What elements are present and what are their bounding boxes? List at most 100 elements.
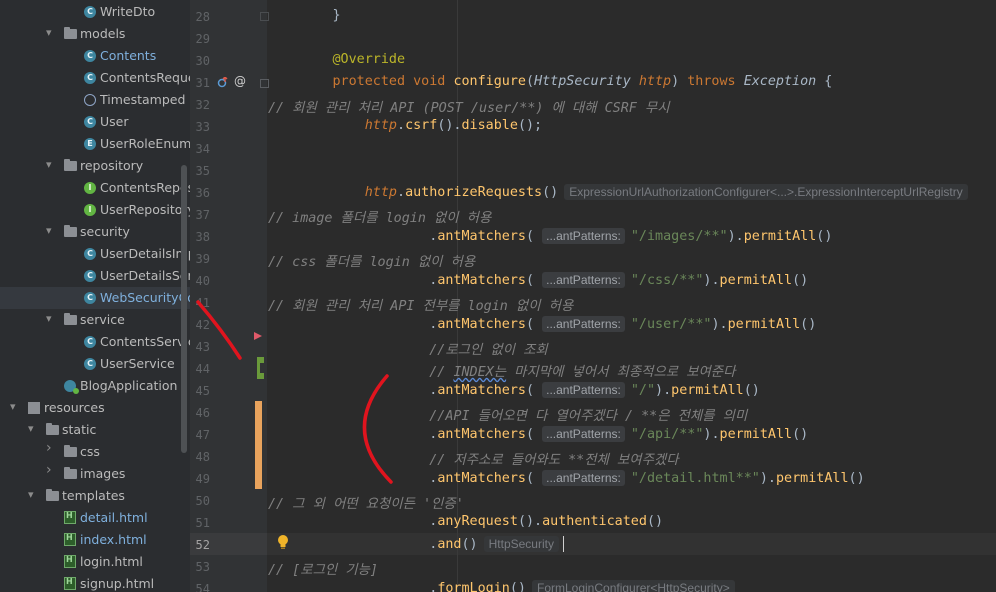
code-line[interactable]: 36 http.authorizeRequests() ExpressionUrl… [190,182,996,204]
tree-item-label: templates [62,488,125,503]
tree-item[interactable]: C ContentsService [0,331,190,353]
tree-item[interactable]: index.html [0,529,190,551]
code-comment: // 그 외 어떤 요청이든 '인증' [268,497,464,512]
code-comment: // INDEX는 마지막에 넣어서 최종적으로 보여준다 [268,365,736,380]
code-line[interactable]: 28 } [190,6,996,28]
code-line[interactable]: 46 //API 들어오면 다 열어주겠다 / **은 전체를 의미 [190,402,996,424]
annotation-type-icon [84,94,96,106]
lightbulb-icon[interactable] [277,534,289,550]
tree-item[interactable]: signup.html [0,573,190,592]
code-line[interactable]: 45 .antMatchers( ...antPatterns: "/").per… [190,380,996,402]
tree-item[interactable]: ▾ service [0,309,190,331]
tree-item[interactable]: ▾ templates [0,485,190,507]
code-line[interactable]: 33 http.csrf().disable(); [190,116,996,138]
code-text: @Override [332,52,406,67]
code-line[interactable]: 51 .anyRequest().authenticated() [190,512,996,534]
annotation-at-icon[interactable]: @ [234,74,246,88]
tree-item[interactable]: login.html [0,551,190,573]
tree-item[interactable]: I UserRepository [0,199,190,221]
tree-item-label: index.html [80,532,147,547]
breakpoint-arrow-icon[interactable] [254,332,262,340]
chevron-right-icon[interactable]: › [46,441,56,455]
tree-item[interactable]: C User [0,111,190,133]
code-editor[interactable]: 28 } 29 30 @Override 31 protected void conf… [190,0,996,592]
code-line[interactable]: 38 .antMatchers( ...antPatterns: "/images… [190,226,996,248]
line-number: 52 [195,538,210,552]
tree-item[interactable]: › css [0,441,190,463]
chevron-down-icon[interactable]: ▾ [46,313,56,325]
line-number: 35 [195,164,210,178]
class-icon: C [84,336,96,348]
fold-marker-icon[interactable] [260,12,269,21]
tree-item[interactable]: ▾ models [0,23,190,45]
code-line[interactable]: 35 [190,160,996,182]
code-line[interactable]: 30 @Override [190,50,996,72]
fold-marker-icon[interactable] [260,79,269,88]
tree-item[interactable]: ▾ resources [0,397,190,419]
chevron-down-icon[interactable]: ▾ [28,489,38,501]
code-text: http.authorizeRequests() ExpressionUrlAut… [268,184,968,200]
class-icon: C [84,50,96,62]
tree-item[interactable]: › images [0,463,190,485]
code-line[interactable]: 41 // 회원 관리 처리 API 전부를 login 없이 허용 [190,292,996,314]
code-line[interactable]: 47 .antMatchers( ...antPatterns: "/api/**… [190,424,996,446]
tree-item[interactable]: C UserDetailsImpl [0,243,190,265]
override-method-icon[interactable] [217,77,228,88]
tree-item-label: User [100,114,129,129]
chevron-down-icon[interactable]: ▾ [46,159,56,171]
vcs-modified-marker[interactable] [255,401,262,489]
class-icon: C [84,270,96,282]
code-line[interactable]: 42 .antMatchers( ...antPatterns: "/user/*… [190,314,996,336]
tree-item-label: resources [44,400,105,415]
tree-item-label: login.html [80,554,143,569]
code-line[interactable]: 54 .formLogin() FormLoginConfigurer<HttpS… [190,578,996,592]
code-line[interactable]: 48 // 저주소로 들어와도 **전체 보여주겠다 [190,446,996,468]
tree-item[interactable]: I ContentsRepository [0,177,190,199]
folder-icon [64,313,77,325]
tree-item[interactable]: Timestamped [0,89,190,111]
tree-item[interactable]: E UserRoleEnum [0,133,190,155]
chevron-down-icon[interactable]: ▾ [28,423,38,435]
code-line[interactable]: 49 .antMatchers( ...antPatterns: "/detail… [190,468,996,490]
code-line[interactable]: 44 // INDEX는 마지막에 넣어서 최종적으로 보여준다 [190,358,996,380]
code-line[interactable]: 32 // 회원 관리 처리 API (POST /user/**) 에 대해 C… [190,94,996,116]
code-line[interactable]: 43 //로그인 없이 조회 [190,336,996,358]
code-comment: // 저주소로 들어와도 **전체 보여주겠다 [268,453,679,468]
tree-item[interactable]: C Contents [0,45,190,67]
code-text: http.csrf().disable(); [364,118,543,133]
code-comment: // 회원 관리 처리 API (POST /user/**) 에 대해 CSR… [268,101,670,116]
tree-item[interactable]: C WriteDto [0,1,190,23]
tree-scrollbar[interactable] [181,165,187,453]
code-line[interactable]: 50 // 그 외 어떤 요청이든 '인증' [190,490,996,512]
line-number: 31 [195,76,210,90]
tree-item[interactable]: ▾ security [0,221,190,243]
tree-item[interactable]: ▾ repository [0,155,190,177]
line-number: 54 [195,582,210,592]
tree-item[interactable]: C UserService [0,353,190,375]
enum-icon: E [84,138,96,150]
chevron-down-icon[interactable]: ▾ [46,225,56,237]
code-line[interactable]: 34 [190,138,996,160]
tree-item[interactable]: detail.html [0,507,190,529]
tree-item[interactable]: ▾ static [0,419,190,441]
code-line[interactable]: 52 .and() HttpSecurity [190,534,996,556]
code-line[interactable]: 39 // css 폴더를 login 없이 허용 [190,248,996,270]
tree-item-label: models [80,26,126,41]
code-comment: // css 폴더를 login 없이 허용 [268,255,476,270]
code-line[interactable]: 29 [190,28,996,50]
tree-item[interactable]: C ContentsRequest [0,67,190,89]
code-line[interactable]: 40 .antMatchers( ...antPatterns: "/css/**… [190,270,996,292]
code-line[interactable]: 53 // [로그인 기능] [190,556,996,578]
folder-icon [64,159,77,171]
tree-item[interactable]: C UserDetailsService [0,265,190,287]
chevron-right-icon[interactable]: › [46,463,56,477]
tree-item[interactable]: C WebSecurityConfig [0,287,190,309]
line-number: 38 [195,230,210,244]
code-line[interactable]: 37 // image 폴더를 login 없이 허용 [190,204,996,226]
folder-icon [64,225,77,237]
code-line[interactable]: 31 protected void configure(HttpSecurity… [190,72,996,94]
tree-item-label: service [80,312,125,327]
chevron-down-icon[interactable]: ▾ [10,401,20,413]
tree-item[interactable]: BlogApplication [0,375,190,397]
chevron-down-icon[interactable]: ▾ [46,27,56,39]
